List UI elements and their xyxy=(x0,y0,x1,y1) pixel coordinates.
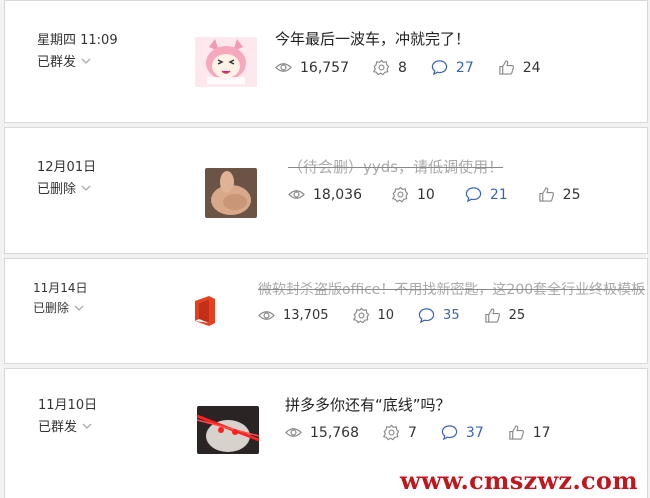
comment-icon xyxy=(465,187,482,203)
post-card: 星期四 11:09 已群发 今年最后一波车，冲就完了！ 16,757 8 27 … xyxy=(4,0,648,123)
laser-eyes-image xyxy=(197,406,259,454)
comments-count: 35 xyxy=(443,308,460,323)
views-stat: 13,705 xyxy=(258,307,329,324)
shares-stat: 10 xyxy=(392,186,435,203)
comment-icon xyxy=(441,425,458,441)
views-count: 13,705 xyxy=(283,308,329,323)
comment-icon xyxy=(418,308,435,324)
shares-count: 10 xyxy=(377,308,395,323)
post-title[interactable]: 今年最后一波车，冲就完了！ xyxy=(275,28,645,49)
post-stats: 15,768 7 37 17 xyxy=(285,424,575,441)
thumbs-up-icon xyxy=(538,187,554,202)
status-label: 已群发 xyxy=(37,55,77,70)
views-count: 18,036 xyxy=(313,186,362,203)
post-date: 11月10日 xyxy=(38,398,98,413)
views-count: 15,768 xyxy=(310,424,359,441)
comments-count: 21 xyxy=(489,186,508,203)
eye-icon xyxy=(258,311,275,320)
status-label: 已群发 xyxy=(38,420,78,435)
anime-girl-image xyxy=(195,37,257,87)
likes-stat: 25 xyxy=(484,307,526,324)
chevron-down-icon xyxy=(81,58,91,64)
status-label: 已删除 xyxy=(33,301,70,315)
eye-icon xyxy=(288,190,305,199)
likes-stat: 17 xyxy=(508,424,551,441)
likes-count: 25 xyxy=(508,308,526,323)
likes-count: 25 xyxy=(562,186,581,203)
office-logo-image xyxy=(195,296,215,326)
status-dropdown[interactable]: 已群发 xyxy=(37,51,92,70)
post-card: 12月01日 已删除 （待会删）yyds，请低调使用！ 18,036 10 21… xyxy=(4,127,648,254)
post-date: 11月14日 xyxy=(33,281,88,295)
views-count: 16,757 xyxy=(300,59,349,76)
post-card: 11月14日 已删除 微软封杀盗版office！不用找新密匙，这200套全行业终… xyxy=(4,258,648,364)
shares-count: 8 xyxy=(398,59,407,76)
thumbs-up-icon xyxy=(509,425,524,440)
post-title[interactable]: 微软封杀盗版office！不用找新密匙，这200套全行业终极模板 xyxy=(258,279,647,299)
post-date: 12月01日 xyxy=(37,160,97,175)
comments-stat[interactable]: 27 xyxy=(431,59,474,76)
post-stats: 18,036 10 21 25 xyxy=(288,186,604,203)
views-stat: 15,768 xyxy=(285,424,359,441)
thumbs-up-hand-image xyxy=(205,168,257,218)
likes-stat: 24 xyxy=(498,59,541,76)
eye-icon xyxy=(275,63,292,72)
post-title[interactable]: （待会删）yyds，请低调使用！ xyxy=(288,156,643,177)
gear-icon xyxy=(352,307,369,324)
post-thumbnail[interactable] xyxy=(205,168,257,218)
thumbs-up-icon xyxy=(484,308,500,323)
post-date: 星期四 11:09 xyxy=(37,33,118,48)
status-label: 已删除 xyxy=(37,182,77,197)
comment-icon xyxy=(431,60,448,76)
post-thumbnail[interactable] xyxy=(197,406,259,454)
comments-count: 27 xyxy=(455,59,474,76)
status-dropdown[interactable]: 已删除 xyxy=(33,299,85,316)
gear-icon xyxy=(383,424,400,441)
comments-count: 37 xyxy=(465,424,484,441)
chevron-down-icon xyxy=(74,305,84,311)
comments-stat[interactable]: 35 xyxy=(418,307,460,324)
post-stats: 16,757 8 27 24 xyxy=(275,59,565,76)
post-stats: 13,705 10 35 25 xyxy=(258,307,549,324)
shares-stat: 8 xyxy=(373,59,407,76)
thumbs-up-icon xyxy=(499,60,514,75)
chevron-down-icon xyxy=(82,423,92,429)
shares-stat: 7 xyxy=(383,424,417,441)
shares-count: 10 xyxy=(417,186,435,203)
eye-icon xyxy=(285,428,302,437)
status-dropdown[interactable]: 已群发 xyxy=(38,416,93,435)
gear-icon xyxy=(392,186,409,203)
views-stat: 16,757 xyxy=(275,59,349,76)
comments-stat[interactable]: 37 xyxy=(441,424,484,441)
comments-stat[interactable]: 21 xyxy=(465,186,508,203)
likes-count: 24 xyxy=(522,59,541,76)
watermark: www.cmszwz.com xyxy=(400,466,638,495)
shares-stat: 10 xyxy=(352,307,395,324)
likes-count: 17 xyxy=(532,424,551,441)
likes-stat: 25 xyxy=(538,186,581,203)
post-thumbnail[interactable] xyxy=(187,293,223,329)
shares-count: 7 xyxy=(408,424,417,441)
status-dropdown[interactable]: 已删除 xyxy=(37,178,92,197)
gear-icon xyxy=(373,59,390,76)
chevron-down-icon xyxy=(81,185,91,191)
post-title[interactable]: 拼多多你还有“底线”吗？ xyxy=(285,394,645,415)
views-stat: 18,036 xyxy=(288,186,362,203)
post-thumbnail[interactable] xyxy=(195,37,257,87)
